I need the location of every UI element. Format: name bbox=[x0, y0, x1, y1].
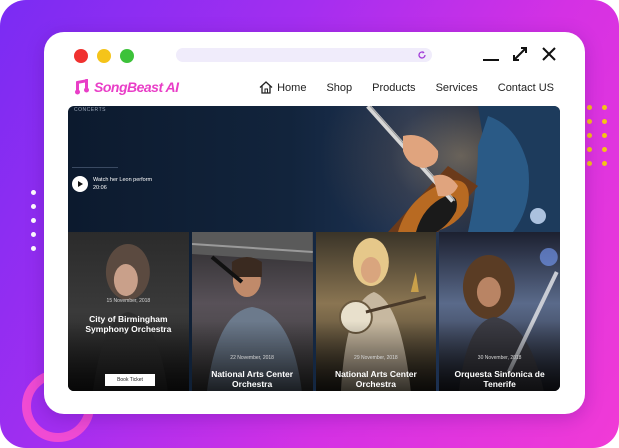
event-card[interactable]: 22 November, 2018 National Arts Center O… bbox=[191, 232, 313, 391]
event-cards: 15 November, 2018 City of Birmingham Sym… bbox=[68, 232, 560, 391]
event-date: 15 November, 2018 bbox=[106, 298, 151, 304]
reload-icon[interactable] bbox=[417, 50, 427, 60]
event-title: National Arts Center Orchestra bbox=[334, 369, 417, 389]
video-duration: 20:06 bbox=[93, 185, 107, 191]
event-title: Orquesta Sinfonica de Tenerife bbox=[454, 369, 545, 389]
nav-item-services[interactable]: Services bbox=[436, 82, 478, 94]
event-title: City of Birmingham Symphony Orchestra bbox=[85, 314, 172, 334]
play-icon bbox=[78, 181, 83, 187]
video-info: Watch her Leon perform 20:06 bbox=[93, 176, 152, 192]
minimize-dot[interactable] bbox=[97, 49, 111, 63]
event-card[interactable]: 15 November, 2018 City of Birmingham Sym… bbox=[68, 232, 189, 391]
nav-item-shop[interactable]: Shop bbox=[326, 82, 352, 94]
logo-text: SongBeast AI bbox=[94, 79, 179, 95]
event-card[interactable]: 29 November, 2018 National Arts Center O… bbox=[315, 232, 437, 391]
window-traffic-lights bbox=[74, 49, 134, 63]
book-ticket-button[interactable]: Book Ticket bbox=[105, 374, 155, 386]
nav-menu: Home Shop Products Services Contact US bbox=[259, 81, 554, 94]
close-icon[interactable] bbox=[540, 45, 558, 63]
divider bbox=[72, 167, 118, 168]
decorative-dots-right bbox=[587, 105, 608, 166]
event-title: National Arts Center Orchestra bbox=[211, 369, 294, 389]
address-bar[interactable] bbox=[176, 48, 432, 62]
browser-window: SongBeast AI Home Shop Products Services bbox=[44, 32, 585, 414]
nav-item-label: Shop bbox=[326, 81, 353, 94]
nav-item-label: Contact US bbox=[497, 81, 554, 94]
home-icon bbox=[259, 81, 273, 94]
nav-item-label: Services bbox=[435, 81, 478, 94]
guitarist-image bbox=[366, 106, 560, 232]
decorative-dots-left bbox=[31, 190, 36, 251]
brand-logo[interactable]: SongBeast AI bbox=[74, 78, 179, 96]
top-navigation: SongBeast AI Home Shop Products Services bbox=[74, 76, 554, 100]
close-dot[interactable] bbox=[74, 49, 88, 63]
nav-item-home[interactable]: Home bbox=[259, 81, 306, 94]
minimize-icon[interactable] bbox=[482, 45, 500, 63]
nav-item-products[interactable]: Products bbox=[372, 82, 415, 94]
music-note-icon bbox=[75, 79, 89, 95]
nav-item-contact[interactable]: Contact US bbox=[498, 82, 554, 94]
video-preview[interactable]: Watch her Leon perform 20:06 bbox=[72, 176, 152, 192]
event-card[interactable]: 30 November, 2018 Orquesta Sinfonica de … bbox=[439, 232, 560, 391]
event-date: 29 November, 2018 bbox=[354, 355, 398, 361]
expand-icon[interactable] bbox=[511, 45, 529, 63]
maximize-dot[interactable] bbox=[120, 49, 134, 63]
nav-item-label: Home bbox=[277, 81, 307, 94]
play-button[interactable] bbox=[72, 176, 88, 192]
video-title: Watch her Leon perform bbox=[93, 177, 153, 183]
nav-item-label: Products bbox=[372, 81, 416, 94]
section-label: CONCERTS bbox=[74, 107, 106, 113]
event-date: 30 November, 2018 bbox=[477, 355, 522, 361]
event-date: 22 November, 2018 bbox=[230, 355, 274, 361]
hero-banner: CONCERTS Watch her Leon perform 20:06 15… bbox=[68, 106, 560, 391]
window-controls bbox=[482, 45, 558, 63]
